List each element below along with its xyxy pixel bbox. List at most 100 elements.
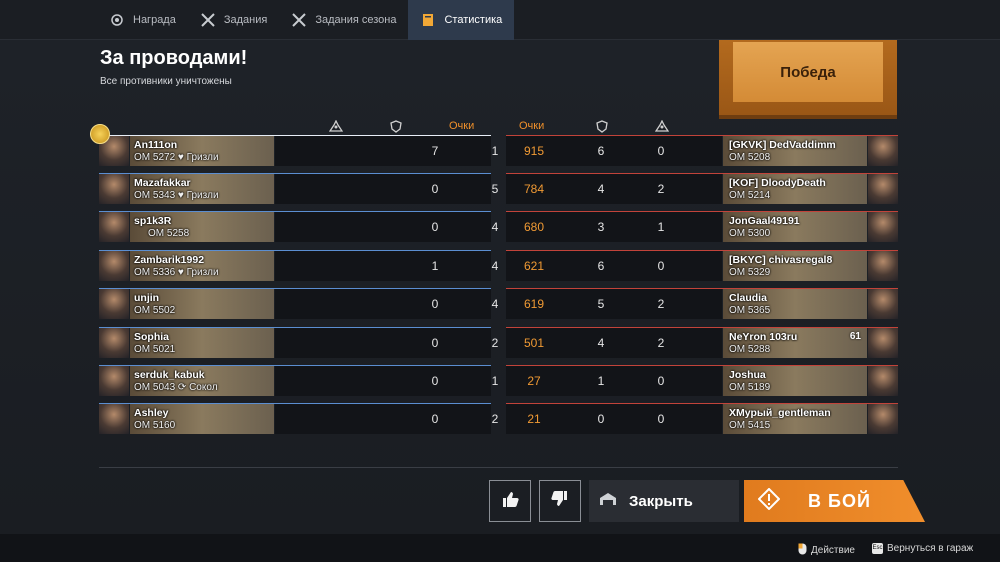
- player-stats: 0 4 376: [275, 289, 573, 319]
- ally-row[interactable]: unjin ОМ 5502 0 4 376: [99, 288, 573, 319]
- battle-results-panel: За проводами! Все противники уничтожены …: [0, 40, 1000, 534]
- tab-statistics[interactable]: Статистика: [408, 0, 515, 40]
- player-name: serduk_kabuk: [134, 369, 205, 381]
- player-stats: 7 1 2552: [275, 136, 576, 166]
- player-om: ОМ 5343 ♥ Гризли: [134, 190, 219, 201]
- player-name: Ashley: [134, 407, 169, 419]
- points-value: 784: [523, 182, 545, 196]
- action-hint: Действие: [798, 543, 855, 558]
- points-value: 680: [523, 220, 545, 234]
- avatar: [868, 289, 898, 319]
- enemy-row[interactable]: 619 5 2 Claudia ОМ 5365: [506, 288, 898, 319]
- kills-icon: [329, 120, 343, 132]
- kills-value: 0: [657, 259, 665, 273]
- ally-row[interactable]: serduk_kabuk ОМ 5043 ⟳ Сокол 0 1 118: [99, 365, 573, 396]
- player-name: An111on: [134, 139, 178, 151]
- avatar: [99, 404, 129, 434]
- like-button[interactable]: [489, 480, 531, 522]
- enemy-row[interactable]: 27 1 0 Joshua ОМ 5189: [506, 365, 898, 396]
- gear-badge-icon: [109, 12, 125, 28]
- avatar: [868, 251, 898, 281]
- tab-reward[interactable]: Награда: [97, 0, 188, 40]
- close-label: Закрыть: [629, 492, 693, 510]
- ally-row[interactable]: sp1k3R ОМ 5258 0 4 553: [99, 211, 573, 242]
- player-plate: sp1k3R ОМ 5258: [130, 212, 274, 242]
- enemy-row[interactable]: 621 6 0 [BKYC] chivasregal8 ОМ 5329: [506, 250, 898, 281]
- player-om: ОМ 5365: [729, 305, 771, 316]
- enemy-row[interactable]: 21 0 0 XMурый_gentleman ОМ 5415: [506, 403, 898, 434]
- ally-row[interactable]: Mazafakkar ОМ 5343 ♥ Гризли 0 5 1152: [99, 173, 576, 204]
- battle-icon: [757, 487, 781, 515]
- player-name: Claudia: [729, 292, 767, 304]
- player-om: ОМ 5502: [134, 305, 176, 316]
- kills-value: 2: [657, 297, 665, 311]
- player-plate: Sophia ОМ 5021: [130, 328, 274, 358]
- enemy-row[interactable]: 501 4 2 NeYron 103ru ОМ 5288 61: [506, 327, 898, 358]
- enemy-row[interactable]: 915 6 0 [GKVK] DedVaddimm ОМ 5208: [506, 135, 898, 166]
- avatar: [868, 174, 898, 204]
- points-value: 27: [527, 374, 541, 388]
- player-plate: Ashley ОМ 5160: [130, 404, 274, 434]
- player-om: ОМ 5415: [729, 420, 771, 431]
- avatar: [868, 404, 898, 434]
- player-plate: Joshua ОМ 5189: [723, 366, 867, 396]
- player-stats: 0 1 118: [275, 366, 573, 396]
- player-plate: Mazafakkar ОМ 5343 ♥ Гризли: [130, 174, 274, 204]
- ally-row[interactable]: Sophia ОМ 5021 0 2 161: [99, 327, 573, 358]
- player-om: ОМ 5021: [134, 344, 176, 355]
- player-om: ОМ 5189: [729, 382, 771, 393]
- kills-value: 1: [657, 220, 665, 234]
- ally-row[interactable]: Zambarik1992 ОМ 5336 ♥ Гризли 1 4 376: [99, 250, 573, 281]
- assists-value: 0: [597, 412, 605, 426]
- kills-value: 7: [431, 144, 439, 158]
- player-name: [BKYC] chivasregal8: [729, 254, 833, 266]
- player-name: [GKVK] DedVaddimm: [729, 139, 836, 151]
- player-plate: [KOF] DloodyDeath ОМ 5214: [723, 174, 867, 204]
- player-stats: 27 1 0: [506, 366, 722, 396]
- crossed-swords-icon: [291, 12, 307, 28]
- player-stats: 501 4 2: [506, 328, 722, 358]
- close-button[interactable]: Закрыть: [589, 480, 739, 522]
- player-level: 61: [849, 331, 861, 342]
- avatar: [99, 212, 129, 242]
- player-stats: 621 6 0: [506, 251, 722, 281]
- tab-label: Задания: [223, 14, 268, 26]
- enemy-row[interactable]: 784 4 2 [KOF] DloodyDeath ОМ 5214: [506, 173, 898, 204]
- back-hint[interactable]: Esc Вернуться в гараж: [872, 543, 973, 554]
- player-om: ОМ 5336 ♥ Гризли: [134, 267, 219, 278]
- esc-key-icon: Esc: [872, 543, 883, 554]
- player-om: ОМ 5288: [729, 344, 771, 355]
- avatar: [99, 328, 129, 358]
- player-name: JonGaal49191: [729, 215, 800, 227]
- player-om: ОМ 5300: [729, 228, 771, 239]
- avatar: [99, 366, 129, 396]
- points-value: 21: [527, 412, 541, 426]
- avatar: [868, 328, 898, 358]
- player-plate: Claudia ОМ 5365: [723, 289, 867, 319]
- assists-value: 4: [597, 182, 605, 196]
- avatar: [99, 251, 129, 281]
- enemy-row[interactable]: 680 3 1 JonGaal49191 ОМ 5300: [506, 211, 898, 242]
- assists-value: 1: [597, 374, 605, 388]
- points-header: Очки: [449, 120, 475, 132]
- player-name: Mazafakkar: [134, 177, 191, 189]
- tab-season-tasks[interactable]: Задания сезона: [279, 0, 408, 40]
- player-stats: 784 4 2: [506, 174, 722, 204]
- player-stats: 619 5 2: [506, 289, 722, 319]
- ally-row[interactable]: An111on ОМ 5272 ♥ Гризли 7 1 2552: [99, 135, 576, 166]
- player-plate: NeYron 103ru ОМ 5288 61: [723, 328, 867, 358]
- player-stats: 915 6 0: [506, 136, 722, 166]
- player-plate: [BKYC] chivasregal8 ОМ 5329: [723, 251, 867, 281]
- player-plate: An111on ОМ 5272 ♥ Гризли: [130, 136, 274, 166]
- ally-row[interactable]: Ashley ОМ 5160 0 2 48: [99, 403, 570, 434]
- thumbs-up-icon: [500, 489, 520, 514]
- points-value: 619: [523, 297, 545, 311]
- tab-label: Статистика: [444, 14, 503, 26]
- to-battle-button[interactable]: В БОЙ: [744, 480, 925, 522]
- dislike-button[interactable]: [539, 480, 581, 522]
- avatar: [868, 366, 898, 396]
- player-plate: serduk_kabuk ОМ 5043 ⟳ Сокол: [130, 366, 274, 396]
- book-icon: [420, 12, 436, 28]
- tab-tasks[interactable]: Задания: [188, 0, 279, 40]
- player-stats: 0 2 48: [275, 404, 570, 434]
